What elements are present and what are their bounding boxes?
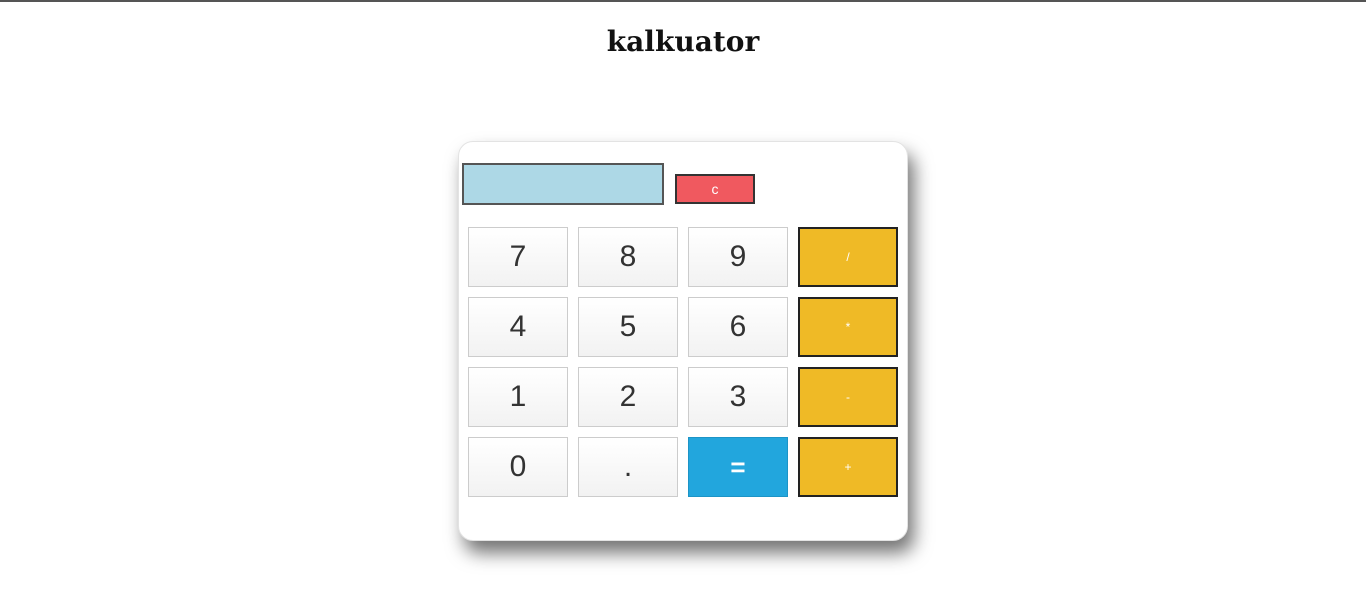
digit-0-button[interactable]: 0 bbox=[468, 437, 568, 497]
subtract-button[interactable]: - bbox=[798, 367, 898, 427]
digit-4-button[interactable]: 4 bbox=[468, 297, 568, 357]
digit-8-button[interactable]: 8 bbox=[578, 227, 678, 287]
calculator-display[interactable] bbox=[462, 163, 664, 205]
equals-button[interactable]: = bbox=[688, 437, 788, 497]
divide-button[interactable]: / bbox=[798, 227, 898, 287]
multiply-button[interactable]: * bbox=[798, 297, 898, 357]
clear-button[interactable]: c bbox=[675, 174, 755, 204]
digit-6-button[interactable]: 6 bbox=[688, 297, 788, 357]
digit-1-button[interactable]: 1 bbox=[468, 367, 568, 427]
add-button[interactable]: + bbox=[798, 437, 898, 497]
page-title: kalkuator bbox=[606, 25, 760, 58]
digit-7-button[interactable]: 7 bbox=[468, 227, 568, 287]
digit-3-button[interactable]: 3 bbox=[688, 367, 788, 427]
top-border bbox=[0, 0, 1366, 2]
calculator-panel: c 7 8 9 / 4 5 6 * 1 2 3 - 0 . = + bbox=[458, 141, 908, 541]
digit-9-button[interactable]: 9 bbox=[688, 227, 788, 287]
digit-2-button[interactable]: 2 bbox=[578, 367, 678, 427]
digit-5-button[interactable]: 5 bbox=[578, 297, 678, 357]
decimal-point-button[interactable]: . bbox=[578, 437, 678, 497]
